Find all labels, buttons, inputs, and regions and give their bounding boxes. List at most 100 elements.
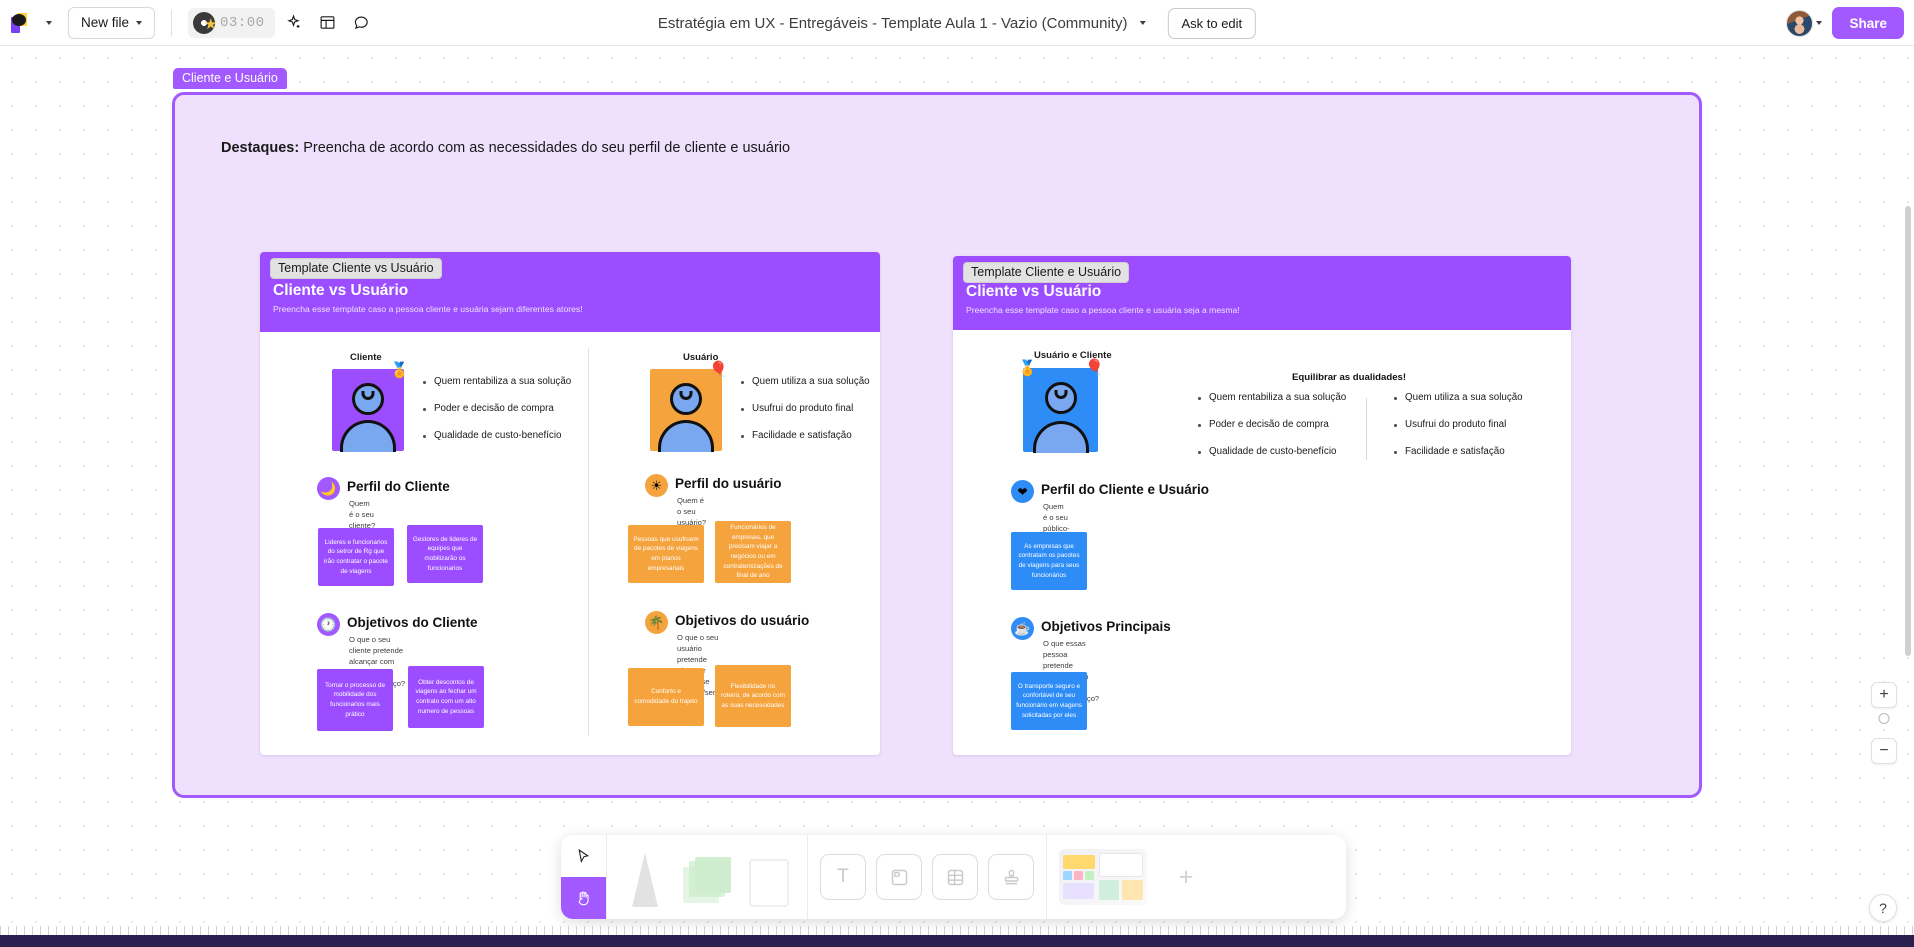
card-left-body: Cliente 🏅 Quem rentabiliza a sua solução… <box>260 332 880 755</box>
star-icon: ★ <box>204 15 218 33</box>
chevron-down-icon <box>136 20 143 25</box>
list-item: Qualidade de custo-benefício <box>1198 446 1346 457</box>
column-divider <box>588 348 589 736</box>
destaques-text: Destaques: Preencha de acordo com as nec… <box>221 140 790 156</box>
zoom-out-button[interactable]: − <box>1871 738 1897 764</box>
document-title-group: Estratégia em UX - Entregáveis - Templat… <box>658 0 1257 46</box>
account-menu[interactable] <box>1784 7 1826 39</box>
sticky-note[interactable]: Pessoas que usufruem de pacotes de viage… <box>628 525 704 583</box>
music-disc-icon: ★ <box>193 11 217 34</box>
ask-to-edit-label: Ask to edit <box>1181 15 1243 31</box>
comment-icon[interactable] <box>347 8 377 38</box>
sticky-note[interactable]: Flexibilidade no roteiro, de acordo com … <box>715 665 791 727</box>
miro-logo[interactable] <box>8 9 34 36</box>
list-item: Facilidade e satisfação <box>1394 446 1523 457</box>
subtitle-line-1: O que o seu cliente pretende <box>349 635 404 655</box>
list-item: Quem rentabiliza a sua solução <box>423 376 571 387</box>
vertical-scrollbar[interactable] <box>1905 206 1911 656</box>
moon-icon: 🌙 <box>317 477 340 500</box>
share-button[interactable]: Share <box>1832 7 1904 39</box>
text-tool[interactable]: T <box>820 854 866 900</box>
palm-tree-icon: 🌴 <box>645 611 668 634</box>
medal-icon: 🏅 <box>390 362 409 379</box>
zoom-reset-icon[interactable] <box>1878 713 1890 724</box>
timer-button[interactable]: ★ 03:00 <box>188 7 275 38</box>
pen-tool[interactable] <box>619 847 671 907</box>
sun-icon: ☀ <box>645 474 668 497</box>
dualidades-title: Equilibrar as dualidades! <box>1292 372 1407 383</box>
clock-icon: 🕐 <box>317 613 340 636</box>
list-item: Usufrui do produto final <box>741 403 870 414</box>
frame-tool[interactable] <box>876 854 922 900</box>
sticky-note-icon <box>683 857 731 907</box>
card-template-cliente-e-usuario[interactable]: Template Cliente e Usuário Cliente vs Us… <box>953 256 1571 755</box>
list-item: Facilidade e satisfação <box>741 430 870 441</box>
toolbar-left-group: New file ★ 03:00 <box>0 6 377 39</box>
zoom-in-button[interactable]: + <box>1871 682 1897 708</box>
dual-divider <box>1366 398 1367 460</box>
card-left-title: Cliente vs Usuário <box>273 282 409 299</box>
help-button[interactable]: ? <box>1869 894 1897 922</box>
new-file-label: New file <box>81 15 130 30</box>
list-item: Usufrui do produto final <box>1394 419 1523 430</box>
sticky-note[interactable]: As empresas que contratam os pacotes de … <box>1011 532 1087 590</box>
section-title: Perfil do Cliente <box>347 479 450 494</box>
timer-value: 03:00 <box>220 14 265 31</box>
bullets-usuario: Quem utiliza a sua solução Usufrui do pr… <box>741 376 870 457</box>
draw-tools-group <box>606 835 807 919</box>
cursor-select-tool[interactable] <box>561 835 606 877</box>
hand-pan-tool[interactable] <box>561 877 606 919</box>
frame-cliente-e-usuario[interactable]: Cliente e Usuário Destaques: Preencha de… <box>172 68 1702 798</box>
heart-icon: ❤ <box>1011 480 1034 503</box>
logo-menu-chevron-down-icon[interactable] <box>38 10 60 36</box>
card-template-cliente-vs-usuario[interactable]: Template Cliente vs Usuário Cliente vs U… <box>260 252 880 755</box>
templates-tool[interactable] <box>1059 849 1147 905</box>
sticky-note[interactable]: Obter descontos de viagens ao fechar um … <box>408 666 484 728</box>
frame-title-tag[interactable]: Cliente e Usuário <box>173 68 287 89</box>
sticky-note[interactable]: Conforto e comodidade do trajeto <box>628 668 704 726</box>
sticky-note[interactable]: O transporte seguro e confortável de seu… <box>1011 672 1087 730</box>
persona-usuario-cliente-icon: 🏅 🎈 <box>1018 360 1104 453</box>
layout-icon[interactable] <box>313 8 343 38</box>
bottom-toolbar: T + <box>561 835 1346 919</box>
more-apps-tool[interactable]: + <box>1163 854 1209 900</box>
avatar <box>1786 9 1814 37</box>
destaques-body: Preencha de acordo com as necessidades d… <box>299 140 791 156</box>
persona-usuario-icon: 🎈 <box>650 362 728 452</box>
sparkle-icon[interactable] <box>279 8 309 38</box>
destaques-label: Destaques: <box>221 140 300 156</box>
shapes-tool[interactable] <box>743 847 795 907</box>
sticky-note[interactable]: Tornar o processo de mobilidade dos func… <box>317 669 393 731</box>
sticky-note-tool[interactable] <box>681 847 733 907</box>
board-canvas[interactable]: Cliente e Usuário Destaques: Preencha de… <box>0 46 1914 947</box>
list-item: Quem utiliza a sua solução <box>741 376 870 387</box>
card-left-tag[interactable]: Template Cliente vs Usuário <box>270 258 442 279</box>
card-right-tag[interactable]: Template Cliente e Usuário <box>963 262 1130 283</box>
toolbar-right-group: Share <box>1784 0 1904 46</box>
card-left-subtitle: Preencha esse template caso a pessoa cli… <box>273 304 583 314</box>
bullets-dual-left: Quem rentabiliza a sua solução Poder e d… <box>1198 392 1346 473</box>
document-menu-chevron-down-icon[interactable] <box>1131 10 1153 36</box>
card-right-header: Template Cliente e Usuário Cliente vs Us… <box>953 256 1571 330</box>
card-right-body: Usuário e Cliente 🏅 🎈 Equilibrar as dual… <box>953 330 1571 755</box>
toolbar-tools-group: ★ 03:00 <box>188 7 377 38</box>
list-item: Quem rentabiliza a sua solução <box>1198 392 1346 403</box>
sticky-note[interactable]: Funcionários de empresas, que precisam v… <box>715 521 791 583</box>
sticky-note[interactable]: Gestores de lideres de equipes que mobil… <box>407 525 483 583</box>
new-file-button[interactable]: New file <box>68 6 156 39</box>
templates-group: + <box>1046 835 1221 919</box>
ask-to-edit-button[interactable]: Ask to edit <box>1167 7 1257 39</box>
shapes-icon <box>749 859 789 907</box>
label-cliente: Cliente <box>350 352 382 363</box>
document-title[interactable]: Estratégia em UX - Entregáveis - Templat… <box>658 15 1128 32</box>
table-tool[interactable] <box>932 854 978 900</box>
sticky-note[interactable]: Lideres e funcionarios do setror de Rg q… <box>318 528 394 586</box>
stamp-tool[interactable] <box>988 854 1034 900</box>
coffee-icon: ☕ <box>1011 617 1034 640</box>
cursor-tool-group <box>561 835 606 919</box>
section-title: Perfil do usuário <box>675 476 782 491</box>
balloon-icon: 🎈 <box>709 361 728 378</box>
plus-icon: + <box>1178 862 1194 891</box>
bottom-ruler <box>0 926 1914 935</box>
text-icon: T <box>837 866 849 887</box>
